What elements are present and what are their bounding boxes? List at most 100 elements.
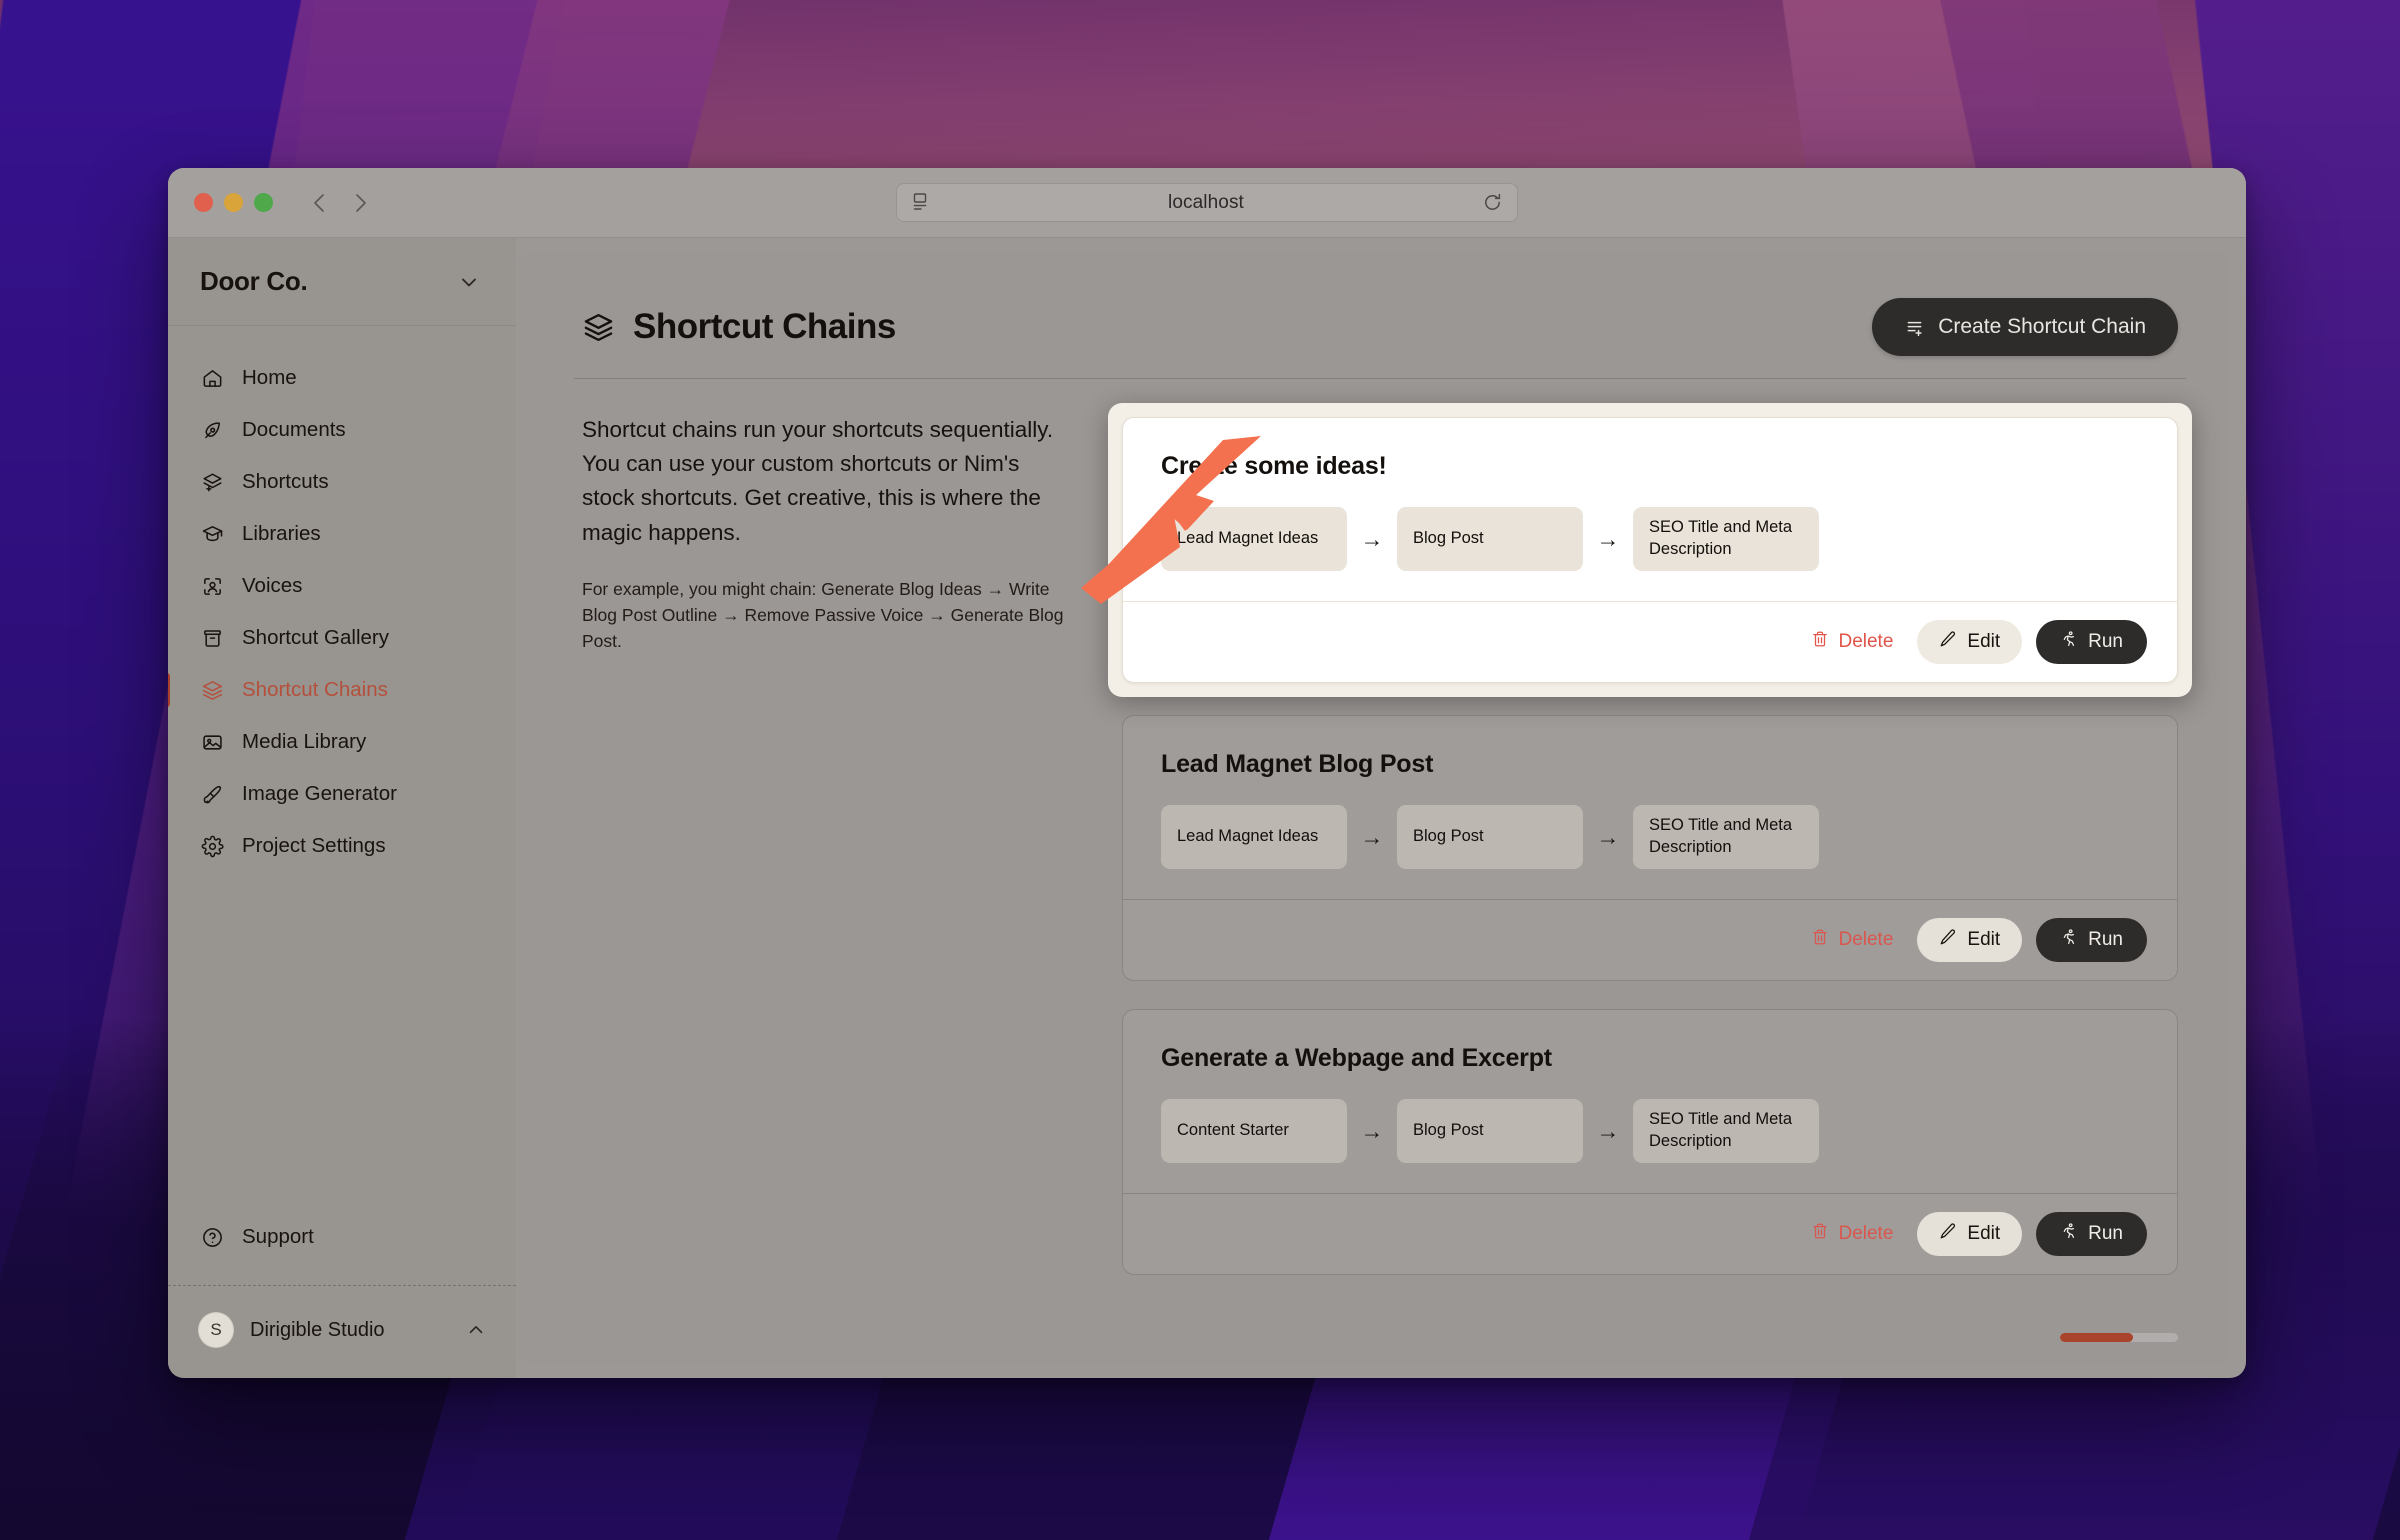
sidebar-item-libraries[interactable]: Libraries bbox=[168, 508, 516, 560]
sidebar-item-shortcut-chains[interactable]: Shortcut Chains bbox=[168, 664, 516, 716]
chain-card[interactable]: Lead Magnet Blog Post Lead Magnet Ideas … bbox=[1122, 715, 2178, 981]
url-text[interactable]: localhost bbox=[930, 192, 1482, 214]
content-columns: Shortcut chains run your shortcuts seque… bbox=[582, 379, 2192, 1303]
chevron-up-icon[interactable] bbox=[466, 1320, 486, 1340]
paintbrush-icon bbox=[200, 782, 225, 807]
address-bar[interactable]: localhost bbox=[896, 183, 1518, 222]
chain-card[interactable]: Create some ideas! Lead Magnet Ideas → B… bbox=[1122, 417, 2178, 683]
profile-name: Dirigible Studio bbox=[250, 1318, 385, 1341]
sidebar-item-project-settings[interactable]: Project Settings bbox=[168, 820, 516, 872]
chain-card-body: Create some ideas! Lead Magnet Ideas → B… bbox=[1123, 418, 2177, 601]
list-plus-icon bbox=[1904, 317, 1925, 338]
sidebar-item-image-generator[interactable]: Image Generator bbox=[168, 768, 516, 820]
reader-view-icon[interactable] bbox=[911, 192, 930, 213]
user-profile-switcher[interactable]: S Dirigible Studio bbox=[168, 1286, 516, 1378]
sidebar-item-label: Documents bbox=[242, 418, 346, 441]
chain-list: Create some ideas! Lead Magnet Ideas → B… bbox=[1108, 403, 2192, 1303]
delete-button[interactable]: Delete bbox=[1801, 622, 1903, 662]
chain-step[interactable]: Blog Post bbox=[1397, 805, 1583, 869]
sidebar-item-shortcut-gallery[interactable]: Shortcut Gallery bbox=[168, 612, 516, 664]
reload-icon[interactable] bbox=[1482, 192, 1503, 213]
highlighted-chain-spotlight: Create some ideas! Lead Magnet Ideas → B… bbox=[1108, 403, 2192, 697]
step-arrow-icon: → bbox=[1596, 1117, 1620, 1144]
maximize-window-button[interactable] bbox=[254, 193, 273, 212]
chevron-down-icon[interactable] bbox=[458, 271, 480, 293]
edit-label: Edit bbox=[1967, 1223, 2001, 1244]
forward-icon[interactable] bbox=[349, 190, 371, 216]
sidebar-item-documents[interactable]: Documents bbox=[168, 404, 516, 456]
sidebar-item-support[interactable]: Support bbox=[200, 1211, 496, 1263]
step-arrow-icon: → bbox=[1360, 1117, 1384, 1144]
window-traffic-lights[interactable] bbox=[194, 193, 273, 212]
delete-button[interactable]: Delete bbox=[1801, 920, 1903, 960]
chain-step[interactable]: Lead Magnet Ideas bbox=[1161, 805, 1347, 869]
chain-card[interactable]: Generate a Webpage and Excerpt Content S… bbox=[1122, 1009, 2178, 1275]
edit-button[interactable]: Edit bbox=[1917, 620, 2023, 664]
sidebar-support-section: Support bbox=[168, 1211, 516, 1285]
delete-label: Delete bbox=[1838, 631, 1894, 652]
browser-nav-buttons[interactable] bbox=[309, 190, 371, 216]
delete-label: Delete bbox=[1838, 1223, 1894, 1244]
running-person-icon bbox=[2060, 630, 2078, 654]
chain-step[interactable]: SEO Title and Meta Description bbox=[1633, 507, 1819, 571]
chain-step[interactable]: SEO Title and Meta Description bbox=[1633, 805, 1819, 869]
layers-plus-icon bbox=[200, 470, 225, 495]
avatar: S bbox=[198, 1312, 234, 1348]
scroll-progress-track[interactable] bbox=[2060, 1333, 2178, 1342]
run-label: Run bbox=[2088, 1223, 2123, 1244]
scroll-progress-fill bbox=[2060, 1333, 2134, 1342]
chain-step[interactable]: Lead Magnet Ideas bbox=[1161, 507, 1347, 571]
chain-step[interactable]: Blog Post bbox=[1397, 1099, 1583, 1163]
pencil-icon bbox=[1939, 630, 1957, 654]
sidebar-item-shortcuts[interactable]: Shortcuts bbox=[168, 456, 516, 508]
chain-title: Create some ideas! bbox=[1161, 452, 1387, 480]
main-content: Shortcut Chains Create Shortcut Chain Sh… bbox=[516, 238, 2246, 1378]
chain-step[interactable]: Content Starter bbox=[1161, 1099, 1347, 1163]
chain-card-actions: Delete Edit Run bbox=[1123, 1193, 2177, 1274]
step-arrow-icon: → bbox=[1596, 823, 1620, 850]
run-button[interactable]: Run bbox=[2036, 918, 2147, 962]
chain-step[interactable]: Blog Post bbox=[1397, 507, 1583, 571]
sidebar-item-home[interactable]: Home bbox=[168, 352, 516, 404]
page-title: Shortcut Chains bbox=[633, 307, 896, 346]
run-button[interactable]: Run bbox=[2036, 620, 2147, 664]
gear-icon bbox=[200, 834, 225, 859]
chain-card-body: Lead Magnet Blog Post Lead Magnet Ideas … bbox=[1123, 716, 2177, 899]
sidebar-item-label: Shortcuts bbox=[242, 470, 329, 493]
org-switcher[interactable]: Door Co. bbox=[168, 238, 516, 326]
chain-card-actions: Delete Edit Run bbox=[1123, 899, 2177, 980]
delete-label: Delete bbox=[1838, 929, 1894, 950]
step-arrow-icon: → bbox=[1596, 525, 1620, 552]
help-circle-icon bbox=[200, 1225, 225, 1250]
active-indicator bbox=[168, 673, 170, 707]
run-button[interactable]: Run bbox=[2036, 1212, 2147, 1256]
chain-step[interactable]: SEO Title and Meta Description bbox=[1633, 1099, 1819, 1163]
step-arrow-icon: → bbox=[1360, 525, 1384, 552]
edit-button[interactable]: Edit bbox=[1917, 1212, 2023, 1256]
chain-card-body: Generate a Webpage and Excerpt Content S… bbox=[1123, 1010, 2177, 1193]
running-person-icon bbox=[2060, 928, 2078, 952]
edit-button[interactable]: Edit bbox=[1917, 918, 2023, 962]
run-label: Run bbox=[2088, 929, 2123, 950]
back-icon[interactable] bbox=[309, 190, 331, 216]
close-window-button[interactable] bbox=[194, 193, 213, 212]
sidebar-item-label: Project Settings bbox=[242, 834, 386, 857]
sidebar-item-label: Image Generator bbox=[242, 782, 397, 805]
browser-titlebar: localhost bbox=[168, 168, 2246, 238]
minimize-window-button[interactable] bbox=[224, 193, 243, 212]
sidebar-item-media-library[interactable]: Media Library bbox=[168, 716, 516, 768]
trash-icon bbox=[1811, 928, 1829, 952]
browser-window: localhost Door Co. Home Documents Shortc… bbox=[168, 168, 2246, 1378]
create-shortcut-chain-label: Create Shortcut Chain bbox=[1938, 315, 2146, 338]
sidebar-item-label: Media Library bbox=[242, 730, 367, 753]
sidebar-item-voices[interactable]: Voices bbox=[168, 560, 516, 612]
chain-card-actions: Delete Edit Run bbox=[1123, 601, 2177, 682]
create-shortcut-chain-button[interactable]: Create Shortcut Chain bbox=[1872, 298, 2178, 356]
app-body: Door Co. Home Documents Shortcuts Librar… bbox=[168, 238, 2246, 1378]
delete-button[interactable]: Delete bbox=[1801, 1214, 1903, 1254]
sidebar: Door Co. Home Documents Shortcuts Librar… bbox=[168, 238, 516, 1378]
home-icon bbox=[200, 366, 225, 391]
run-label: Run bbox=[2088, 631, 2123, 652]
trash-icon bbox=[1811, 630, 1829, 654]
org-name: Door Co. bbox=[200, 266, 308, 296]
